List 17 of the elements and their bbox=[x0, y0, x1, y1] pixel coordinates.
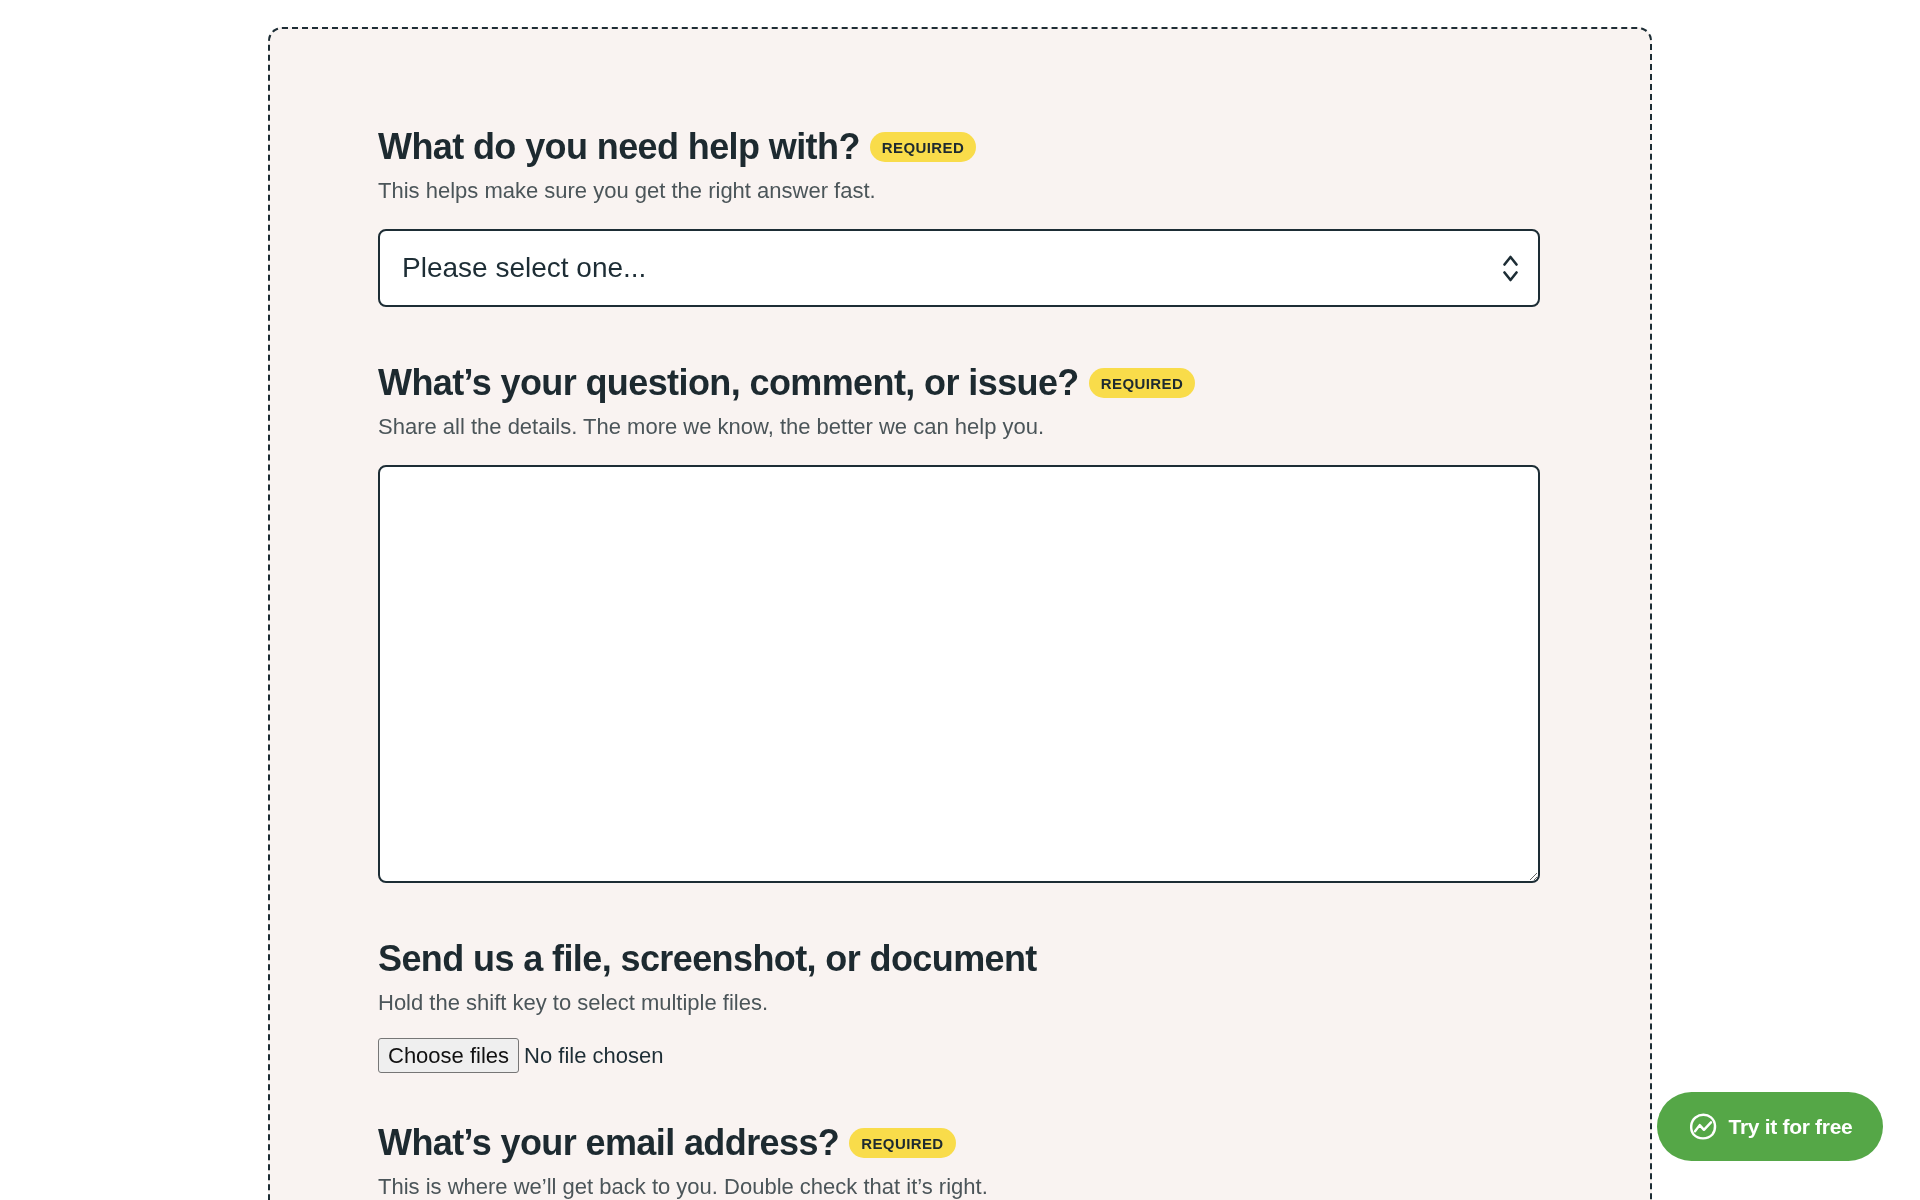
up-down-chevron-icon bbox=[1503, 254, 1518, 282]
required-badge: REQUIRED bbox=[1088, 368, 1196, 398]
field-hint: This helps make sure you get the right answer fast. bbox=[378, 179, 877, 203]
select-dropdown[interactable]: Please select one... bbox=[378, 229, 1540, 307]
file-status-text: No file chosen bbox=[524, 1042, 664, 1069]
field-hint: This is where we’ll get back to you. Double check that it’s right. bbox=[378, 1175, 989, 1199]
message-textarea[interactable] bbox=[378, 465, 1540, 883]
field-hint: Share all the details. The more we know, the better we can help you. bbox=[378, 415, 1046, 439]
zigzag-circle-icon bbox=[1687, 1111, 1718, 1142]
field-heading: Send us a file, screenshot, or document bbox=[378, 939, 1037, 979]
required-badge: REQUIRED bbox=[849, 1128, 956, 1158]
field-heading: What do you need help with? bbox=[378, 127, 860, 167]
required-badge: REQUIRED bbox=[869, 132, 977, 162]
field-hint: Hold the shift key to select multiple files. bbox=[378, 991, 770, 1015]
field-heading: What’s your question, comment, or issue? bbox=[378, 363, 1079, 403]
choose-files-button[interactable]: Choose files bbox=[378, 1038, 520, 1073]
field-heading: What’s your email address? bbox=[378, 1123, 840, 1163]
